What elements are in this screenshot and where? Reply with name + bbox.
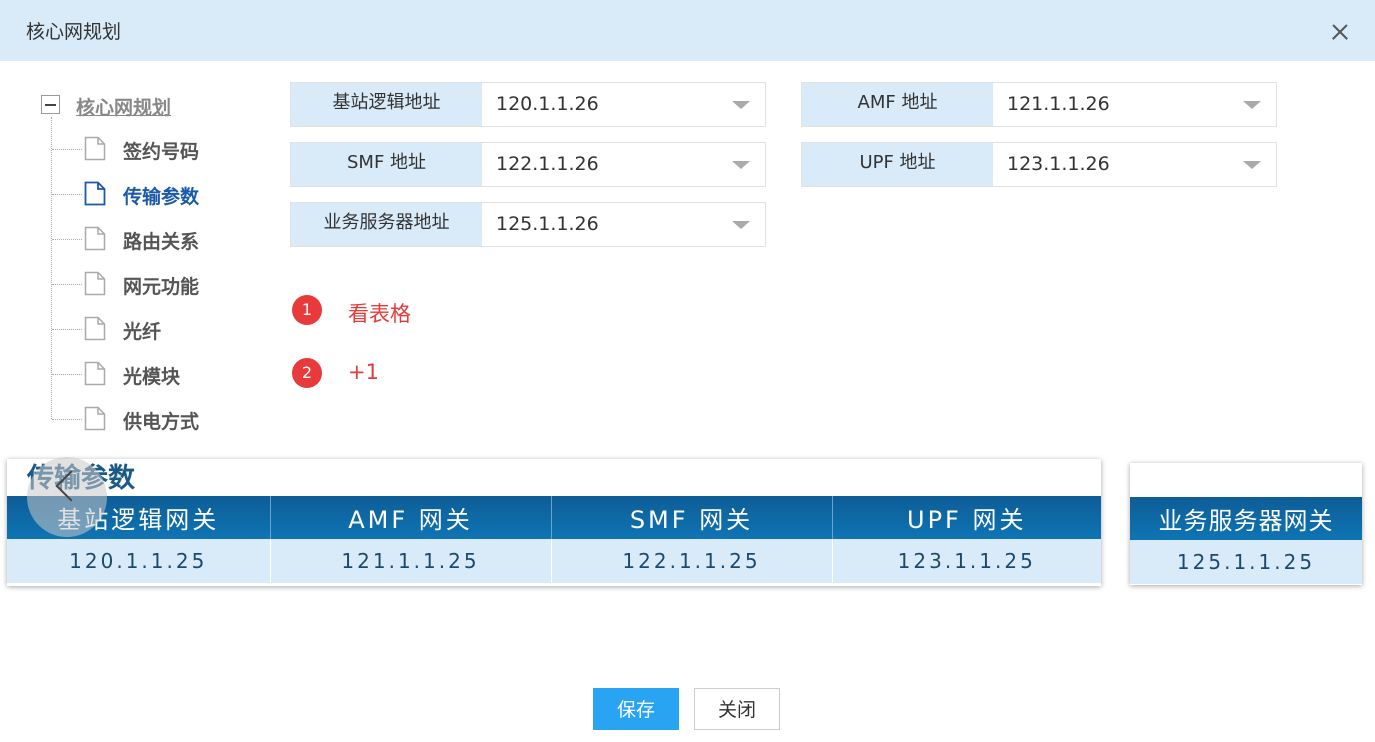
table-header: 业务服务器网关 xyxy=(1130,497,1362,540)
table-cell: 125.1.1.25 xyxy=(1130,540,1362,584)
tree-item-ne-function[interactable]: 网元功能 xyxy=(52,269,252,299)
field-value[interactable]: 120.1.1.26 xyxy=(496,93,599,115)
field-value[interactable]: 125.1.1.26 xyxy=(496,213,599,235)
tree-item-label: 供电方式 xyxy=(123,411,200,433)
tree-item-label: 传输参数 xyxy=(123,186,200,208)
tree-item-label: 路由关系 xyxy=(123,231,200,253)
table-header: AMF 网关 xyxy=(270,496,552,539)
table-cell: 122.1.1.25 xyxy=(551,539,833,583)
table-header: UPF 网关 xyxy=(832,496,1101,539)
annotation-badge-1: 1 xyxy=(292,295,322,325)
close-button[interactable]: 关闭 xyxy=(694,688,780,730)
chevron-down-icon[interactable] xyxy=(732,101,750,109)
field-label: 基站逻辑地址 xyxy=(291,83,482,126)
reference-panel-service-gateway: 业务服务器网关 125.1.1.25 xyxy=(1130,463,1362,585)
tree-item-optical-module[interactable]: 光模块 xyxy=(52,359,252,389)
field-label: AMF 地址 xyxy=(802,83,993,126)
annotation-badge-2: 2 xyxy=(292,358,322,388)
field-upf-address[interactable]: UPF 地址 123.1.1.26 xyxy=(801,142,1277,187)
tree-item-label: 网元功能 xyxy=(123,276,200,298)
field-smf-address[interactable]: SMF 地址 122.1.1.26 xyxy=(290,142,766,187)
chevron-down-icon[interactable] xyxy=(1243,161,1261,169)
tree-item-power-supply[interactable]: 供电方式 xyxy=(52,404,252,434)
annotation-text-2: +1 xyxy=(348,360,379,384)
tree-item-label: 签约号码 xyxy=(123,141,200,163)
chevron-down-icon[interactable] xyxy=(732,221,750,229)
save-button[interactable]: 保存 xyxy=(593,688,679,730)
document-icon xyxy=(84,361,106,386)
tree-item-signing-number[interactable]: 签约号码 xyxy=(52,134,252,164)
field-label: 业务服务器地址 xyxy=(291,203,482,246)
dialog-title-bar: 核心网规划 xyxy=(0,0,1375,61)
chevron-down-icon[interactable] xyxy=(1243,101,1261,109)
field-base-station-logical-address[interactable]: 基站逻辑地址 120.1.1.26 xyxy=(290,82,766,127)
field-label: SMF 地址 xyxy=(291,143,482,186)
back-arrow-icon[interactable] xyxy=(27,457,107,537)
document-icon xyxy=(84,226,106,251)
tree-item-fiber[interactable]: 光纤 xyxy=(52,314,252,344)
reference-panel-gateways: 传输参数 基站逻辑网关 AMF 网关 SMF 网关 UPF 网关 120.1.1… xyxy=(7,459,1101,586)
field-label: UPF 地址 xyxy=(802,143,993,186)
field-amf-address[interactable]: AMF 地址 121.1.1.26 xyxy=(801,82,1277,127)
nav-tree: 核心网规划 签约号码 传输参数 路由关系 网元功能 光纤 光模块 供电方式 xyxy=(0,61,280,451)
document-icon xyxy=(84,406,106,431)
annotation-text-1: 看表格 xyxy=(348,302,411,326)
table-cell: 121.1.1.25 xyxy=(270,539,552,583)
document-icon xyxy=(84,136,106,161)
table-header: SMF 网关 xyxy=(551,496,833,539)
chevron-down-icon[interactable] xyxy=(732,161,750,169)
table-row: 120.1.1.25 121.1.1.25 122.1.1.25 123.1.1… xyxy=(7,539,1101,583)
tree-root-label[interactable]: 核心网规划 xyxy=(76,93,171,120)
table-cell: 120.1.1.25 xyxy=(7,539,271,583)
field-value[interactable]: 123.1.1.26 xyxy=(1007,153,1110,175)
gateway-table: 基站逻辑网关 AMF 网关 SMF 网关 UPF 网关 120.1.1.25 1… xyxy=(7,496,1101,583)
document-icon xyxy=(84,271,106,296)
tree-item-label: 光模块 xyxy=(123,366,181,388)
field-value[interactable]: 122.1.1.26 xyxy=(496,153,599,175)
field-value[interactable]: 121.1.1.26 xyxy=(1007,93,1110,115)
document-icon xyxy=(84,316,106,341)
tree-item-routing[interactable]: 路由关系 xyxy=(52,224,252,254)
close-icon[interactable] xyxy=(1322,14,1358,50)
tree-item-transport-params[interactable]: 传输参数 xyxy=(52,179,252,209)
field-service-server-address[interactable]: 业务服务器地址 125.1.1.26 xyxy=(290,202,766,247)
collapse-toggle[interactable] xyxy=(41,95,60,114)
dialog-title: 核心网规划 xyxy=(26,21,122,43)
document-icon xyxy=(84,181,106,206)
table-cell: 123.1.1.25 xyxy=(832,539,1101,583)
table-row: 125.1.1.25 xyxy=(1130,540,1362,584)
tree-item-label: 光纤 xyxy=(123,321,162,343)
service-gateway-table: 业务服务器网关 125.1.1.25 xyxy=(1130,497,1362,584)
